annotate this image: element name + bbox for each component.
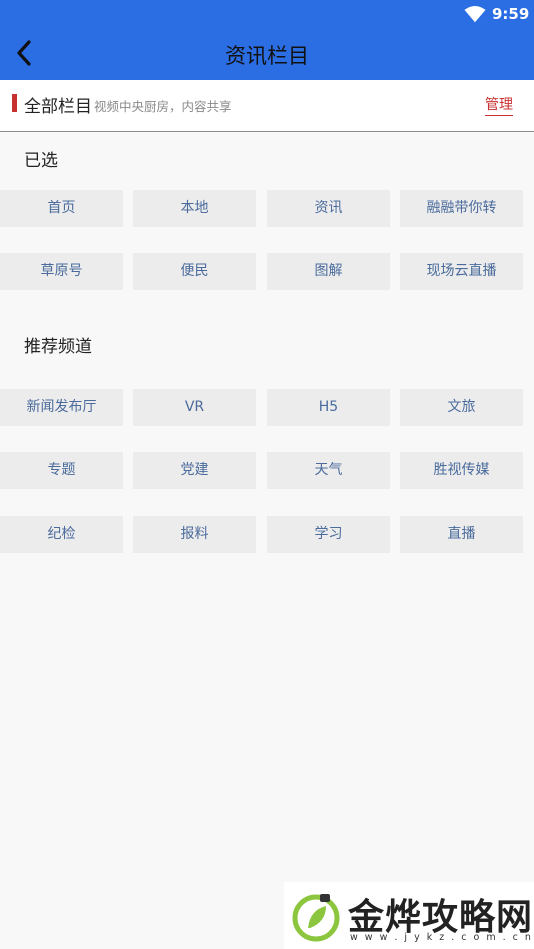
- all-columns-label: 全部栏目: [24, 97, 92, 117]
- recommended-chip[interactable]: 新闻发布厅: [0, 389, 123, 426]
- selected-chip[interactable]: 图解: [267, 253, 390, 290]
- manage-button[interactable]: 管理: [485, 94, 513, 116]
- selected-chip[interactable]: 资讯: [267, 190, 390, 227]
- app-bar: 资讯栏目: [0, 28, 534, 80]
- recommended-chip[interactable]: 学习: [267, 516, 390, 553]
- section-accent-bar: [12, 94, 17, 112]
- recommended-chip[interactable]: 直播: [400, 516, 523, 553]
- selected-chip[interactable]: 首页: [0, 190, 123, 227]
- recommended-chip[interactable]: 胜视传媒: [400, 452, 523, 489]
- recommended-chip[interactable]: 纪检: [0, 516, 123, 553]
- recommended-chip[interactable]: 天气: [267, 452, 390, 489]
- selected-chip[interactable]: 草原号: [0, 253, 123, 290]
- recommended-title: 推荐频道: [24, 337, 92, 357]
- selected-chip[interactable]: 本地: [133, 190, 256, 227]
- selected-title: 已选: [24, 151, 58, 171]
- leaf-plug-logo-icon: [292, 894, 340, 942]
- recommended-chip[interactable]: 专题: [0, 452, 123, 489]
- page-title: 资讯栏目: [225, 44, 309, 68]
- recommended-chip[interactable]: VR: [133, 389, 256, 426]
- status-bar: 9:59: [0, 0, 534, 28]
- wifi-icon: [464, 5, 486, 23]
- all-columns-hint: 视频中央厨房，内容共享: [94, 99, 232, 114]
- watermark-url: w w w . j y k z . c o m . c n: [350, 932, 533, 943]
- selected-chip[interactable]: 现场云直播: [400, 253, 523, 290]
- selected-chip[interactable]: 便民: [133, 253, 256, 290]
- selected-chip[interactable]: 融融带你转: [400, 190, 523, 227]
- recommended-chip[interactable]: H5: [267, 389, 390, 426]
- recommended-chip[interactable]: 文旅: [400, 389, 523, 426]
- watermark: 金烨攻略网 w w w . j y k z . c o m . c n: [284, 882, 534, 949]
- all-columns-header: 全部栏目 视频中央厨房，内容共享 管理: [0, 80, 534, 132]
- recommended-chip[interactable]: 报料: [133, 516, 256, 553]
- status-time: 9:59: [492, 5, 530, 23]
- recommended-chip[interactable]: 党建: [133, 452, 256, 489]
